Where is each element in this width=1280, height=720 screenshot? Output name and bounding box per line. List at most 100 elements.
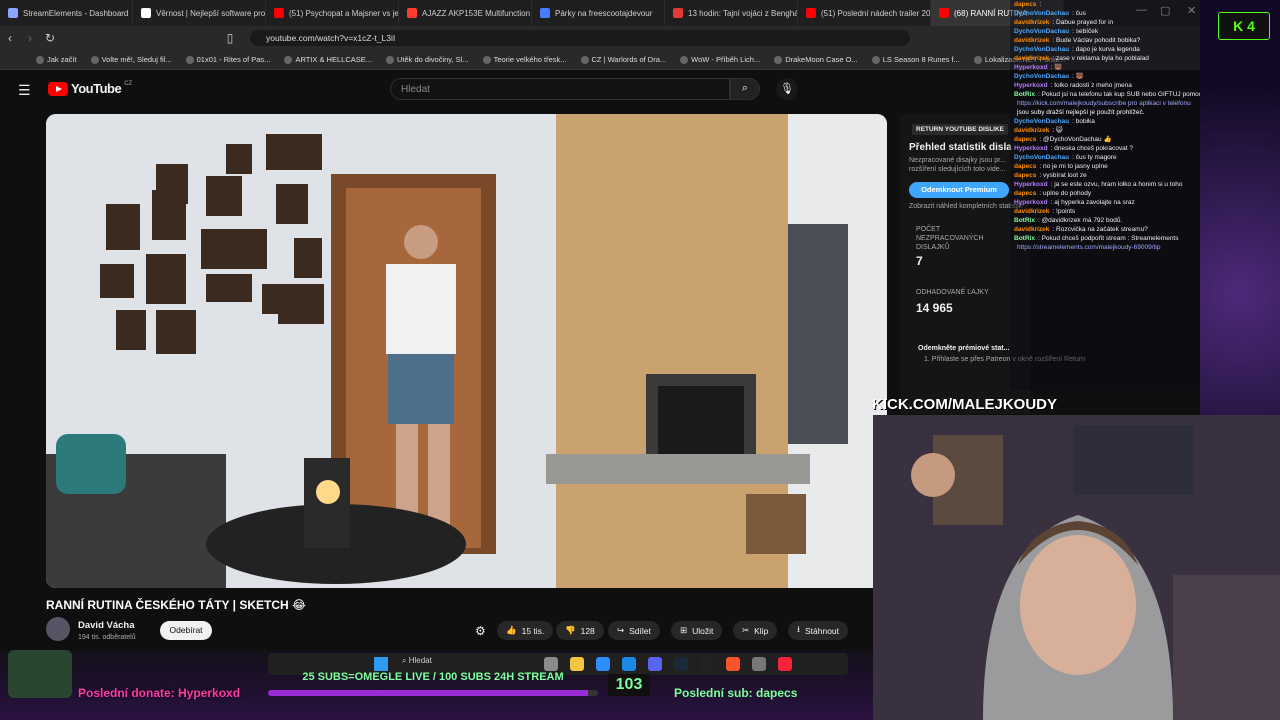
- chat-message: Hyperkoxd: 🐻: [1010, 63, 1200, 72]
- tab-favicon-icon: [673, 8, 683, 18]
- chat-username[interactable]: dapecs: [1014, 163, 1036, 170]
- channel-avatar[interactable]: [46, 617, 70, 641]
- chat-text: :: [1039, 1, 1042, 8]
- chat-username[interactable]: DychoVonDachau: [1014, 28, 1069, 35]
- chat-username[interactable]: dapecs: [1014, 1, 1036, 8]
- settings-icon[interactable]: [752, 657, 766, 671]
- chat-username[interactable]: DychoVonDachau: [1014, 154, 1069, 161]
- chat-username[interactable]: Hyperkoxd: [1014, 82, 1048, 89]
- chat-username[interactable]: davidkrizek: [1014, 226, 1049, 233]
- forward-icon[interactable]: ›: [20, 31, 40, 45]
- chat-text: : aj hyperka zavolajte na sraz: [1050, 199, 1135, 206]
- steam-icon[interactable]: [674, 657, 688, 671]
- bookmark-icon: [386, 55, 394, 64]
- file-explorer-icon[interactable]: [570, 657, 584, 671]
- mic-button[interactable]: 🎙: [776, 78, 798, 100]
- bookmark-item[interactable]: DrakeMoon Case O...: [774, 55, 858, 64]
- clip-button[interactable]: ✂ Klip: [733, 621, 778, 640]
- chat-username[interactable]: BotRix: [1014, 235, 1035, 242]
- bookmark-item[interactable]: Teorie velkého třesk...: [482, 55, 567, 64]
- task-view-icon[interactable]: [544, 657, 558, 671]
- browser-tab[interactable]: 13 hodin: Tajní vojáci z Benghá: [665, 0, 798, 26]
- tab-label: Věrnost | Nejlepší software pro: [156, 8, 266, 18]
- taskbar-search[interactable]: ⌕ Hledat: [402, 656, 432, 666]
- premium-button[interactable]: Odemknout Premium: [909, 182, 1009, 198]
- chat-username[interactable]: DychoVonDachau: [1014, 46, 1069, 53]
- chat-username[interactable]: dapecs: [1014, 172, 1036, 179]
- chat-username[interactable]: dapecs: [1014, 190, 1036, 197]
- chat-message: davidkrizek: Dabue prayed for in: [1010, 18, 1200, 27]
- chat-username[interactable]: Hyperkoxd: [1014, 181, 1048, 188]
- search-button[interactable]: ⌕: [730, 78, 760, 100]
- chat-username[interactable]: davidkrizek: [1014, 127, 1049, 134]
- chat-username[interactable]: davidkrizek: [1014, 19, 1049, 26]
- sub-goal-progress-bar: [268, 690, 598, 696]
- dislike-button[interactable]: 👎 128: [556, 621, 604, 640]
- video-title: RANNÍ RUTINA ČESKÉHO TÁTY | SKETCH 😂: [46, 598, 307, 612]
- bookmark-label: Teorie velkého třesk...: [493, 55, 567, 64]
- chat-username[interactable]: BotRix: [1014, 217, 1035, 224]
- search-icon: ⌕: [741, 82, 749, 94]
- browser-tab[interactable]: (51) Psychopat a Majsner vs je: [266, 0, 399, 26]
- browser-tab[interactable]: StreamElements - Dashboard: [0, 0, 133, 26]
- browser-tab[interactable]: Věrnost | Nejlepší software pro: [133, 0, 266, 26]
- bookmark-item[interactable]: 01x01 - Rites of Pas...: [185, 55, 270, 64]
- bookmark-item[interactable]: Volte mě!, Sleduj fil...: [90, 55, 172, 64]
- windows-start-icon[interactable]: [374, 657, 388, 671]
- obs-icon[interactable]: [700, 657, 714, 671]
- browser-tab[interactable]: AJAZZ AKP153E Multifunction: [399, 0, 532, 26]
- channel-subscriber-count: 194 tis. odběratelů: [78, 634, 136, 641]
- bookmark-item[interactable]: Jak začít: [36, 55, 77, 64]
- chat-message: Hyperkoxd: dneska chceš pokracovat ?: [1010, 144, 1200, 153]
- chat-username[interactable]: davidkrizek: [1014, 37, 1049, 44]
- store-icon[interactable]: [596, 657, 610, 671]
- chat-username[interactable]: DychoVonDachau: [1014, 10, 1069, 17]
- chat-username[interactable]: davidkrizek: [1014, 55, 1049, 62]
- chat-username[interactable]: davidkrizek: [1014, 208, 1049, 215]
- tab-favicon-icon: [939, 8, 949, 18]
- settings-gear-icon[interactable]: ⚙: [475, 624, 486, 638]
- url-input[interactable]: youtube.com/watch?v=x1cZ-t_L3iI: [250, 30, 910, 46]
- chat-username[interactable]: dapecs: [1014, 136, 1036, 143]
- reload-icon[interactable]: ↻: [40, 31, 60, 45]
- chat-message: davidkrizek: zase v reklama byla ho pobl…: [1010, 54, 1200, 63]
- browser-tab[interactable]: (51) Poslední nádech trailer 20: [798, 0, 931, 26]
- chat-message: DychoVonDachau: dapo je kurva legenda: [1010, 45, 1200, 54]
- bookmark-item[interactable]: LS Season 8 Runes f...: [871, 55, 960, 64]
- menu-icon[interactable]: ☰: [18, 82, 31, 99]
- sub-goal-text: 25 SUBS=OMEGLE LIVE / 100 SUBS 24H STREA…: [302, 671, 564, 683]
- chat-message: DychoVonDachau: čus: [1010, 9, 1200, 18]
- youtube-logo[interactable]: YouTube CZ: [48, 81, 132, 96]
- music-icon[interactable]: [778, 657, 792, 671]
- back-icon[interactable]: ‹: [0, 31, 20, 45]
- stream-background: [1200, 0, 1280, 420]
- chat-username[interactable]: DychoVonDachau: [1014, 73, 1069, 80]
- chat-username[interactable]: Hyperkoxd: [1014, 199, 1048, 206]
- tab-label: 13 hodin: Tajní vojáci z Benghá: [688, 8, 798, 18]
- browser-tab[interactable]: Párky na freescootajdevour: [532, 0, 665, 26]
- chat-username[interactable]: Hyperkoxd: [1014, 64, 1048, 71]
- video-player[interactable]: [46, 114, 887, 588]
- subscribe-button[interactable]: Odebírat: [160, 621, 212, 640]
- chat-message: DychoVonDachau: bobika: [1010, 117, 1200, 126]
- save-button[interactable]: ⊞ Uložit: [671, 621, 723, 640]
- search-input[interactable]: Hledat: [390, 78, 730, 100]
- discord-icon[interactable]: [648, 657, 662, 671]
- bookmark-icon: [580, 55, 589, 64]
- bookmark-item[interactable]: WoW - Příběh Lich...: [680, 55, 760, 64]
- bookmark-icon[interactable]: ▯: [220, 31, 240, 45]
- channel-name[interactable]: David Vácha: [78, 620, 135, 631]
- bookmark-item[interactable]: Utěk do divočiny, Sl...: [386, 55, 469, 64]
- tab-label: (51) Poslední nádech trailer 20: [821, 8, 931, 18]
- brave-icon[interactable]: [726, 657, 740, 671]
- share-button[interactable]: ↪ Sdílet: [608, 621, 660, 640]
- chat-username[interactable]: BotRix: [1014, 91, 1035, 98]
- bookmark-item[interactable]: CZ | Warlords of Dra...: [580, 55, 666, 64]
- download-button[interactable]: ⭳ Stáhnout: [788, 621, 849, 640]
- chat-username[interactable]: DychoVonDachau: [1014, 118, 1069, 125]
- mail-icon[interactable]: [622, 657, 636, 671]
- like-button[interactable]: 👍 15 tis.: [497, 621, 554, 640]
- chat-message: DychoVonDachau: čus ty magore: [1010, 153, 1200, 162]
- bookmark-item[interactable]: ARTIX & HELLCASE...: [284, 55, 372, 64]
- chat-username[interactable]: Hyperkoxd: [1014, 145, 1048, 152]
